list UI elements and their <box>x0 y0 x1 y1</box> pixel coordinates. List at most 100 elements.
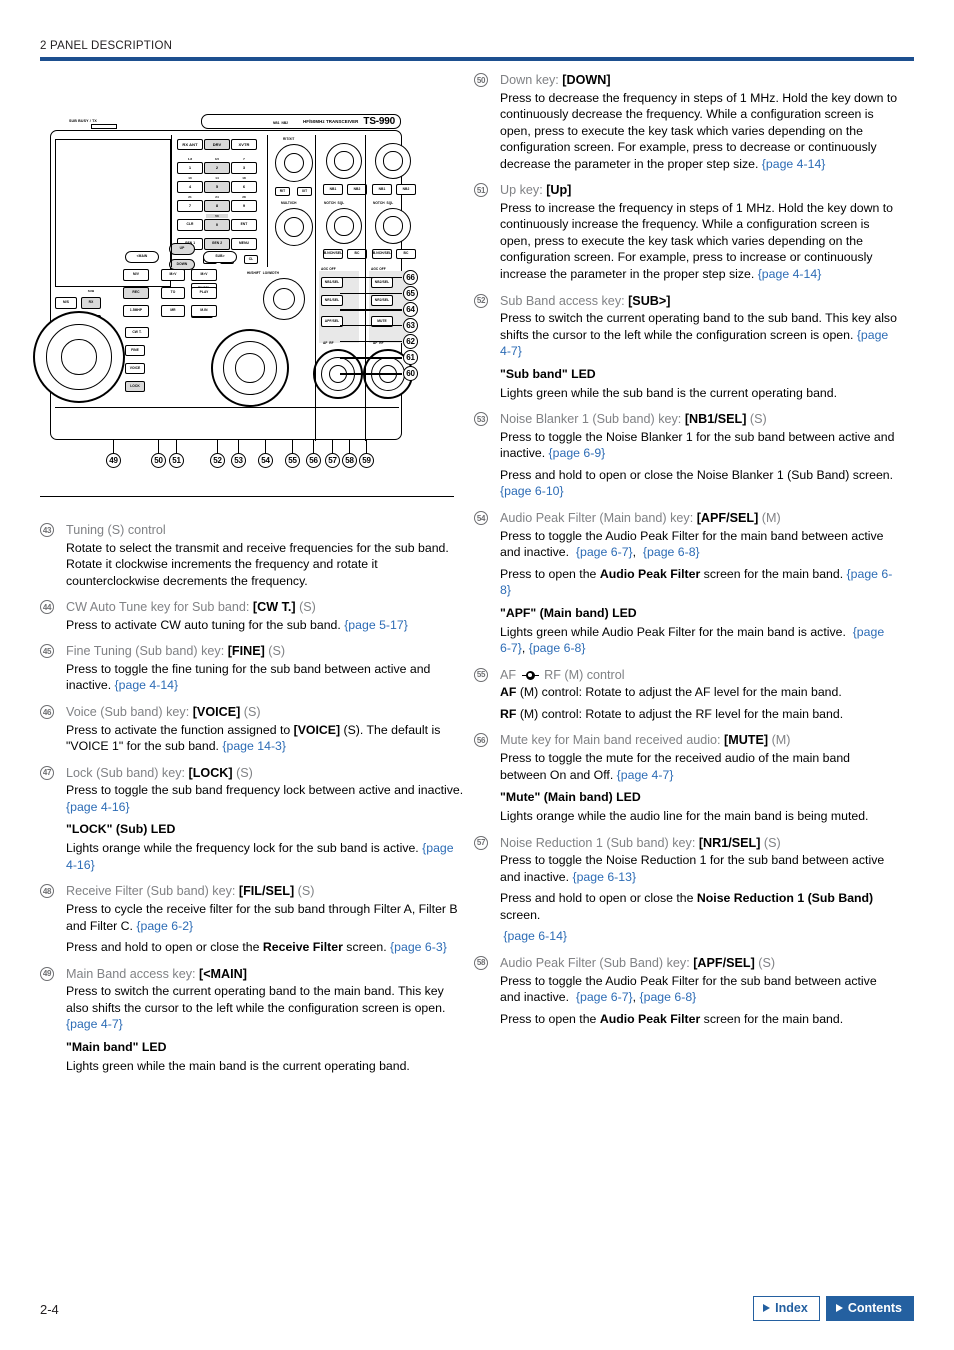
key-nb1-sel-main[interactable]: NB1/SEL <box>321 277 343 288</box>
description-item-53: 53 Noise Blanker 1 (Sub band) key: [NB1/S… <box>474 411 898 500</box>
key-7[interactable]: 7 <box>177 200 203 212</box>
description-item-54: 54 Audio Peak Filter (Main band) key: [AP… <box>474 510 898 657</box>
key-rx-ant[interactable]: RX ANT <box>177 139 203 150</box>
key-main-access[interactable]: <MAIN <box>125 251 159 263</box>
key-play[interactable]: PLAY <box>191 287 217 299</box>
key-bnch-sel-main[interactable]: B.NCH/SEL <box>323 249 343 259</box>
key-lock[interactable]: LOCK <box>125 381 145 392</box>
led-paragraph: Lights green while Audio Peak Filter for… <box>500 624 885 656</box>
leader-55 <box>292 440 294 454</box>
key-m-v[interactable]: M/V <box>123 269 149 281</box>
header-rule <box>40 57 914 61</box>
notch-sql-knob-sub[interactable] <box>375 208 411 244</box>
key-3[interactable]: 3 <box>231 162 257 174</box>
key-nb2-sel-sub[interactable]: NB2/SEL <box>371 277 393 288</box>
triangle-right-icon <box>763 1304 771 1312</box>
tuning-dial-main[interactable] <box>33 311 125 403</box>
key-nb1-sub[interactable]: NB1 <box>372 184 392 195</box>
key-9[interactable]: 9 <box>231 200 257 212</box>
key-bc-main[interactable]: BC <box>347 249 367 259</box>
description-item-44: 44 CW Auto Tune key for Sub band: [CW T.]… <box>40 599 464 633</box>
item-title: Receive Filter (Sub band) key: [FIL/SEL]… <box>66 884 315 899</box>
key-cw-t[interactable]: CW T. <box>125 327 149 338</box>
notch-sql-main-label: NOTCH SQL <box>324 201 345 205</box>
index-button[interactable]: Index <box>753 1296 820 1321</box>
key-bnch-sel-sub[interactable]: B.NCH/SEL <box>372 249 392 259</box>
key-clr[interactable]: CLR <box>177 219 203 231</box>
callout-60: 60 <box>403 366 418 381</box>
key-rx[interactable]: RX <box>81 297 101 309</box>
rit-xit-label: RIT/XIT <box>283 137 295 141</box>
key-m-in[interactable]: M.IN <box>191 305 217 317</box>
callout-52: 52 <box>210 453 225 468</box>
item-paragraph: RF (M) control: Rotate to adjust the RF … <box>500 706 844 721</box>
key-cl[interactable]: CL <box>244 255 258 264</box>
item-number-badge: 54 <box>474 511 488 525</box>
key-6[interactable]: 6 <box>231 181 257 193</box>
key-rec[interactable]: REC <box>123 287 149 299</box>
item-paragraph: Press to switch the current operating ba… <box>66 984 446 1032</box>
nb-knob-sub[interactable] <box>375 143 411 179</box>
key-fine[interactable]: FINE <box>125 345 145 356</box>
tuning-dial-sub[interactable] <box>211 329 289 407</box>
key-nb2-sub[interactable]: NB2 <box>396 184 416 195</box>
key-nr2-sel-sub[interactable]: NR2/SEL <box>371 295 393 306</box>
contents-button-label: Contents <box>847 1301 902 1315</box>
item-number-badge: 53 <box>474 412 488 427</box>
key-mr[interactable]: MR <box>161 305 185 317</box>
key-rit[interactable]: RIT <box>275 187 290 196</box>
key-m-v-2[interactable]: M>V <box>161 269 185 281</box>
item-paragraph: Press to toggle the Noise Blanker 1 for … <box>500 429 895 461</box>
key-bc-sub[interactable]: BC <box>396 249 416 259</box>
page-title: 2 PANEL DESCRIPTION <box>40 40 173 52</box>
band-label-10: 10 <box>188 176 192 180</box>
key-m-v-3[interactable]: M>V <box>191 269 217 281</box>
key-2[interactable]: 2 <box>204 162 230 174</box>
key-5[interactable]: 5 <box>204 181 230 193</box>
page-header: 2 PANEL DESCRIPTION <box>40 40 914 61</box>
led-heading: "LOCK" (Sub) LED <box>66 822 176 837</box>
key-voice[interactable]: VOICE <box>125 363 145 374</box>
item-paragraph: Rotate to select the transmit and receiv… <box>66 540 449 588</box>
nb-knob-main[interactable] <box>326 143 362 179</box>
key-menu[interactable]: MENU <box>231 238 257 250</box>
key-xit[interactable]: XIT <box>297 187 312 196</box>
item-number-badge: 52 <box>474 293 488 308</box>
band-label-3-5: 3.5 <box>214 157 220 161</box>
key-ent[interactable]: ENT <box>231 219 257 231</box>
callout-55: 55 <box>285 453 300 468</box>
key-to[interactable]: TO <box>161 287 185 299</box>
key-nr1-sel-main[interactable]: NR1/SEL <box>321 295 343 306</box>
shift-width-knob[interactable] <box>263 278 305 320</box>
item-number-badge: 43 <box>40 523 54 537</box>
leader-61 <box>340 357 402 359</box>
key-m-s[interactable]: M/S <box>55 297 77 309</box>
item-title: Main Band access key: [<MAIN] <box>66 966 247 981</box>
key-nb1-main[interactable]: NB1 <box>323 184 343 195</box>
item-paragraph: Press to activate the function assigned … <box>66 722 441 754</box>
key-8[interactable]: 8 <box>204 200 230 212</box>
key-0[interactable]: 0 <box>204 219 230 231</box>
key-gen-2[interactable]: GEN 2 <box>204 238 230 250</box>
callout-65: 65 <box>403 286 418 301</box>
multi-ch-knob[interactable] <box>275 208 313 246</box>
callout-49: 49 <box>106 453 121 468</box>
leader-65 <box>340 293 402 295</box>
key-drv[interactable]: DRV <box>204 139 230 150</box>
key-nb2-main[interactable]: NB2 <box>347 184 367 195</box>
description-item-57: 57 Noise Reduction 1 (Sub band) key: [NR1… <box>474 835 898 945</box>
key-4[interactable]: 4 <box>177 181 203 193</box>
key-xvtr[interactable]: XVTR <box>231 139 257 150</box>
item-title: CW Auto Tune key for Sub band: [CW T.] (… <box>66 600 316 615</box>
key-1-5mhp[interactable]: 1.5MHP <box>123 305 149 317</box>
item-title: Noise Blanker 1 (Sub band) key: [NB1/SEL… <box>500 412 767 427</box>
key-sub-access[interactable]: SUB> <box>203 251 237 263</box>
right-item-list: 50 Down key: [DOWN] Press to decrease the … <box>474 72 898 1027</box>
leader-60 <box>340 373 402 375</box>
contents-button[interactable]: Contents <box>825 1296 914 1321</box>
key-1[interactable]: 1 <box>177 162 203 174</box>
item-title: Tuning (S) control <box>66 523 166 537</box>
rit-xit-knob[interactable] <box>275 144 313 182</box>
key-up[interactable]: UP <box>169 243 195 255</box>
notch-sql-knob-main[interactable] <box>326 208 362 244</box>
